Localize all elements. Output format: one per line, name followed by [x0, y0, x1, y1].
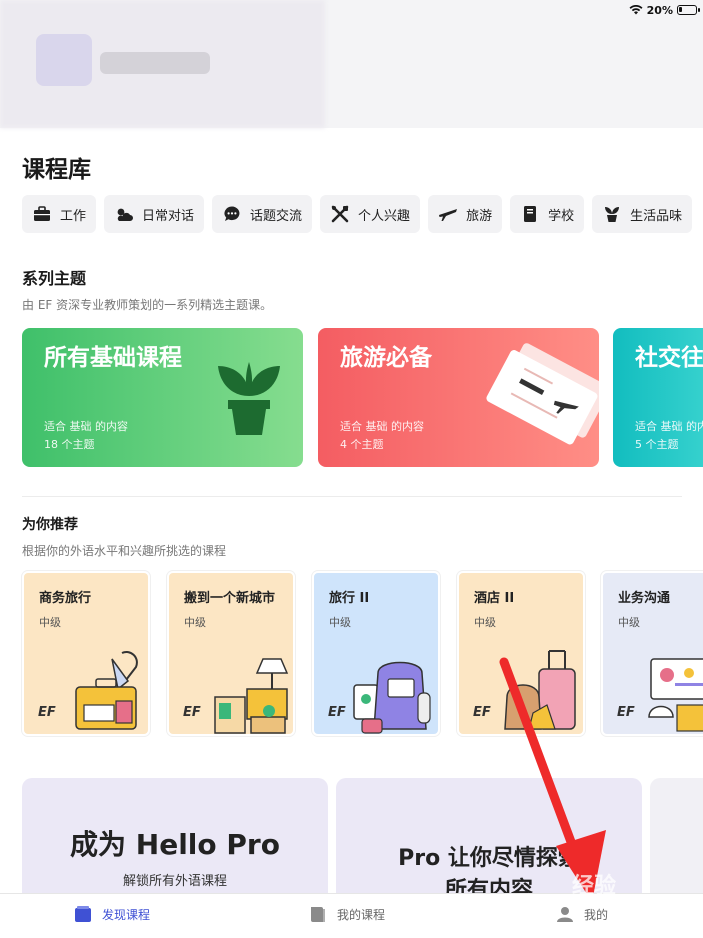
- course-level: 中级: [329, 616, 351, 629]
- promo-title: 成为 Hello Pro: [70, 828, 280, 861]
- plant-illustration: [218, 362, 280, 435]
- brand-logo: EF: [183, 705, 201, 720]
- course-title: 商务旅行: [39, 591, 92, 606]
- course-title: 业务沟通: [618, 591, 671, 606]
- topic-title: 旅游必备: [340, 345, 432, 371]
- course-card-business-travel[interactable]: 商务旅行 中级 EF: [22, 571, 150, 736]
- category-label: 旅游: [466, 208, 493, 224]
- chat-icon: [222, 204, 242, 224]
- course-card-new-city[interactable]: 搬到一个新城市 中级 EF: [167, 571, 295, 736]
- topic-level: 适合 基础 的内容: [340, 420, 424, 433]
- weather-icon: [114, 204, 134, 224]
- promo-card-partial[interactable]: [650, 778, 703, 908]
- course-card-business-communication[interactable]: 业务沟通 中级 EF: [601, 571, 703, 736]
- course-level: 中级: [39, 616, 61, 629]
- topic-card-basics[interactable]: 所有基础课程 适合 基础 的内容 18 个主题: [22, 328, 303, 467]
- tab-discover[interactable]: 发现课程: [74, 905, 150, 923]
- topic-title: 所有基础课程: [44, 345, 182, 371]
- category-label: 日常对话: [142, 208, 195, 224]
- category-topics[interactable]: 话题交流: [212, 195, 313, 233]
- plant-icon: [602, 204, 622, 224]
- course-title: 酒店 II: [474, 591, 515, 606]
- category-school[interactable]: 学校: [510, 195, 585, 233]
- recommend-title: 为你推荐: [22, 517, 78, 533]
- status-bar: 20%: [629, 2, 700, 18]
- course-title: 旅行 II: [329, 591, 370, 606]
- watermark: 经验: [572, 874, 617, 899]
- book-icon: [311, 907, 325, 922]
- series-title: 系列主题: [22, 269, 87, 288]
- section-divider: [22, 496, 682, 497]
- profile-name: [100, 52, 210, 74]
- tab-label: 我的: [584, 907, 609, 922]
- course-level: 中级: [184, 616, 206, 629]
- course-level: 中级: [618, 616, 640, 629]
- course-card-hotel-2[interactable]: 酒店 II 中级 EF: [457, 571, 585, 736]
- recommend-subtitle: 根据你的外语水平和兴趣所挑选的课程: [22, 544, 227, 558]
- category-label: 学校: [548, 208, 575, 224]
- meeting-illustration: [648, 658, 703, 732]
- ticket-illustration: [486, 343, 599, 445]
- library-title: 课程库: [22, 157, 91, 183]
- battery-text: 20%: [646, 3, 673, 17]
- tab-label: 我的课程: [337, 907, 386, 922]
- category-interests[interactable]: 个人兴趣: [320, 195, 421, 233]
- topic-card-social[interactable]: 社交往 适合 基础 的内容 5 个主题: [613, 328, 703, 467]
- moving-boxes-illustration: [214, 658, 289, 734]
- category-label: 工作: [60, 208, 87, 224]
- luggage-illustration: [75, 651, 138, 730]
- category-travel[interactable]: 旅游: [428, 195, 503, 233]
- category-label: 话题交流: [250, 208, 303, 224]
- category-list: 工作 日常对话 话题交流 个人兴趣 旅游 学校 生活品味: [22, 195, 693, 233]
- topic-count: 4 个主题: [340, 438, 384, 451]
- category-work[interactable]: 工作: [22, 195, 97, 233]
- brand-logo: EF: [328, 705, 346, 720]
- topic-level: 适合 基础 的内容: [44, 420, 128, 433]
- avatar[interactable]: [36, 34, 92, 86]
- topic-count: 18 个主题: [44, 438, 95, 451]
- topic-title: 社交往: [635, 345, 703, 371]
- app-screen: 20% 课程库 工作 日常对话 话题交流 个人兴趣 旅游 学校 生活品味 系列主…: [0, 0, 703, 938]
- wifi-icon: [629, 5, 643, 15]
- category-label: 个人兴趣: [358, 208, 411, 224]
- brand-logo: EF: [473, 705, 491, 720]
- category-label: 生活品味: [630, 208, 683, 224]
- tab-my-courses[interactable]: 我的课程: [309, 905, 385, 923]
- series-subtitle: 由 EF 资深专业教师策划的一系列精选主题课。: [22, 298, 273, 312]
- brand-logo: EF: [617, 705, 635, 720]
- tab-label: 发现课程: [102, 907, 151, 922]
- briefcase-icon: [32, 204, 52, 224]
- tools-icon: [330, 204, 350, 224]
- brand-logo: EF: [38, 705, 56, 720]
- topic-level: 适合 基础 的内容: [635, 420, 703, 433]
- battery-icon: [677, 5, 700, 15]
- pro-promo-card[interactable]: 成为 Hello Pro 解锁所有外语课程: [22, 778, 328, 908]
- category-lifestyle[interactable]: 生活品味: [592, 195, 693, 233]
- topic-count: 5 个主题: [635, 438, 679, 451]
- category-daily[interactable]: 日常对话: [104, 195, 205, 233]
- discover-icon: [75, 906, 91, 922]
- course-title: 搬到一个新城市: [184, 591, 276, 606]
- backpack-illustration: [353, 661, 431, 734]
- course-card-travel-2[interactable]: 旅行 II 中级 EF: [312, 571, 440, 736]
- airplane-icon: [438, 204, 458, 224]
- topic-card-travel[interactable]: 旅游必备 适合 基础 的内容 4 个主题: [318, 328, 599, 467]
- user-icon: [557, 907, 573, 922]
- header: 20%: [0, 0, 703, 128]
- suitcase-illustration: [504, 650, 576, 730]
- course-level: 中级: [474, 616, 496, 629]
- tab-me[interactable]: 我的: [556, 905, 608, 923]
- promo-subtitle: 解锁所有外语课程: [122, 874, 227, 889]
- book-icon: [520, 204, 540, 224]
